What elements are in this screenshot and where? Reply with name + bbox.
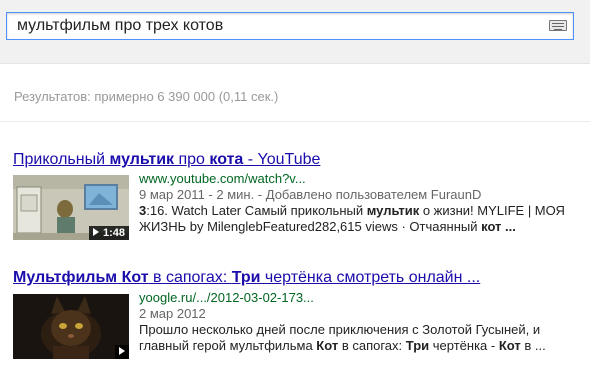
video-thumbnail[interactable]: 1:48: [13, 175, 129, 240]
result-meta: yoogle.ru/.../2012-03-02-173... 2 мар 20…: [139, 290, 579, 354]
search-result: Прикольный мультик про кота - YouTube 1:…: [13, 150, 583, 240]
result-title-link[interactable]: Прикольный мультик про кота - YouTube: [13, 150, 583, 170]
result-date: 2 мар 2012: [139, 306, 206, 321]
search-result: Мультфильм Кот в сапогах: Три чертёнка с…: [13, 268, 583, 359]
keyboard-icon[interactable]: [549, 20, 567, 31]
result-meta: www.youtube.com/watch?v... 9 мар 2011 - …: [139, 171, 579, 235]
result-snippet: Прошло несколько дней после приключения …: [139, 322, 546, 353]
result-title-link[interactable]: Мультфильм Кот в сапогах: Три чертёнка с…: [13, 268, 583, 288]
search-box[interactable]: [6, 12, 574, 40]
puss-in-boots-thumbnail-image: [13, 294, 129, 359]
play-icon: [92, 228, 99, 236]
video-duration: 1:48: [88, 226, 129, 240]
result-snippet: 3:16. Watch Later Самый прикольный мульт…: [139, 203, 565, 234]
result-url: yoogle.ru/.../2012-03-02-173...: [139, 290, 314, 305]
divider: [0, 121, 590, 122]
search-input[interactable]: [7, 13, 537, 39]
search-header: [0, 0, 590, 64]
result-date: 9 мар 2011 - 2 мин. - Добавлено пользова…: [139, 187, 482, 202]
video-thumbnail[interactable]: [13, 294, 129, 359]
result-url: www.youtube.com/watch?v...: [139, 171, 306, 186]
play-icon: [119, 347, 125, 355]
video-play-badge: [115, 345, 129, 359]
result-stats: Результатов: примерно 6 390 000 (0,11 се…: [14, 89, 279, 104]
